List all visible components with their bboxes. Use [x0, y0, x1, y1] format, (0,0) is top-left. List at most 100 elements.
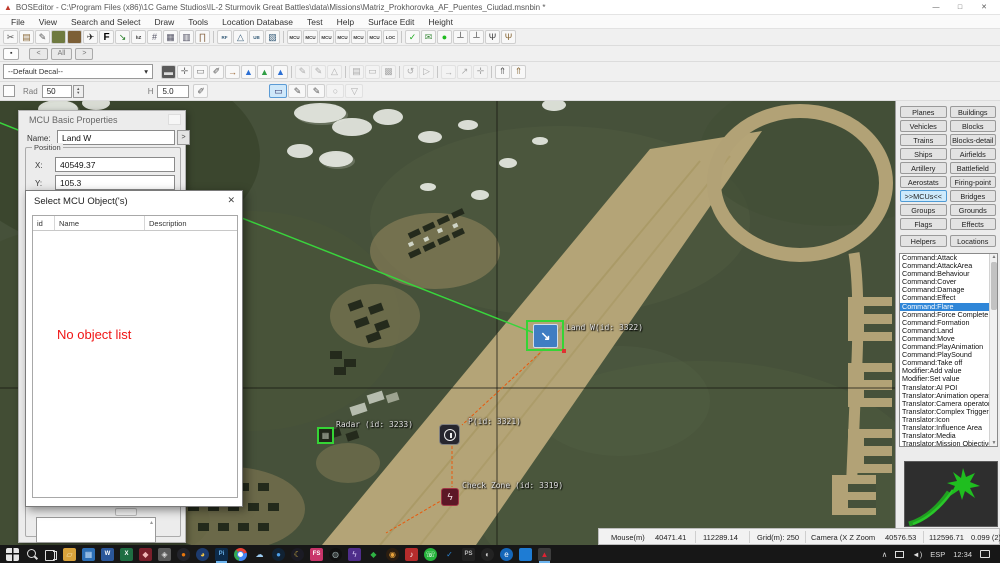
path-2-icon[interactable]: ↗ — [457, 64, 472, 79]
map-filter-icon[interactable]: ▧ — [265, 30, 280, 44]
mcu-filter-2-icon[interactable]: MCU — [303, 30, 318, 44]
boseditor-taskbar-icon[interactable]: ▲ — [538, 547, 551, 563]
decal-add-icon[interactable]: ✛ — [177, 64, 192, 79]
separator[interactable] — [281, 30, 286, 44]
terrain-lower-icon[interactable]: ✎ — [307, 84, 326, 98]
edit-point-icon[interactable]: ✎ — [311, 64, 326, 79]
mcu-command-list[interactable]: Command:Attack Command:AttackArea Command:… — [899, 253, 998, 447]
list-item[interactable]: Command:Cover — [900, 278, 990, 286]
export-icon[interactable]: ⇑ — [511, 64, 526, 79]
onedrive-icon[interactable]: ☁ — [253, 548, 266, 561]
list-item[interactable]: Command:PlayAnimation — [900, 343, 990, 351]
menu-item[interactable]: Location Database — [215, 17, 300, 27]
bounds-icon[interactable]: ▷ — [419, 64, 434, 79]
separator[interactable] — [435, 65, 440, 79]
list-item[interactable]: Modifier:Set value — [900, 375, 990, 383]
import-icon[interactable]: ⇑ — [495, 64, 510, 79]
app-amber-icon[interactable]: ◉ — [386, 547, 399, 561]
column-id[interactable]: id — [33, 216, 55, 230]
category-button[interactable]: Blocks-detail — [949, 134, 996, 146]
terrain-raise-icon[interactable]: ✎ — [288, 84, 307, 98]
decal-preview-icon[interactable]: ▬ — [161, 64, 176, 79]
category-button[interactable]: Vehicles — [900, 120, 947, 132]
category-button[interactable]: Artillery — [900, 162, 947, 174]
list-item[interactable]: Translator:Mission Objective — [900, 440, 990, 446]
list-item[interactable]: Modifier:Add value — [900, 367, 990, 375]
rotate-icon[interactable]: ↺ — [403, 64, 418, 79]
tray-chevron-icon[interactable]: ∧ — [882, 550, 888, 559]
list-item[interactable]: Command:Attack — [900, 254, 990, 262]
notification-icon[interactable] — [980, 550, 990, 558]
task-view-button[interactable] — [44, 548, 57, 561]
list-item[interactable]: Translator:Media — [900, 432, 990, 440]
app-swirl-icon[interactable]: ◕ — [196, 547, 209, 561]
app-purple-icon[interactable]: ϟ — [348, 547, 361, 561]
separator[interactable] — [343, 65, 348, 79]
apply-decal-icon[interactable]: → — [225, 64, 240, 79]
road-blue-icon[interactable]: ▲ — [241, 64, 256, 79]
menu-item[interactable]: View — [32, 17, 64, 27]
copy-icon[interactable]: ▤ — [19, 30, 34, 44]
category-button[interactable]: Helpers — [900, 235, 947, 247]
maximize-button[interactable]: □ — [948, 4, 972, 11]
mcu-filter-1-icon[interactable]: MCU — [287, 30, 302, 44]
photo-3-icon[interactable]: ▩ — [381, 64, 396, 79]
app-green-icon[interactable]: ◆ — [367, 548, 380, 561]
list-item[interactable]: Command:Flare — [900, 302, 990, 311]
list-item[interactable]: Command:PlaySound — [900, 351, 990, 359]
edge-icon[interactable]: e — [500, 547, 513, 561]
terrain-texture-2-icon[interactable] — [67, 30, 82, 44]
decal-remove-icon[interactable]: ▭ — [193, 64, 208, 79]
menu-item[interactable]: Tools — [181, 17, 215, 27]
mcu-filter-6-icon[interactable]: MCU — [367, 30, 382, 44]
category-button[interactable]: Battlefield — [949, 162, 996, 174]
list-scrollbar[interactable]: ▲ ▼ — [989, 254, 997, 446]
app-gray-icon[interactable]: ◈ — [158, 547, 171, 561]
all-button[interactable]: All — [50, 47, 73, 60]
eyedropper-icon[interactable]: ✐ — [209, 64, 224, 79]
separator[interactable] — [289, 65, 294, 79]
mcu-filter-3-icon[interactable]: MCU — [319, 30, 334, 44]
category-button[interactable]: Aerostats — [900, 176, 947, 188]
color-swatch[interactable] — [3, 85, 15, 97]
list-item[interactable]: Translator:Animation operator — [900, 392, 990, 400]
grid-icon[interactable]: # — [147, 30, 162, 44]
list-item[interactable]: Command:Force Complete — [900, 311, 990, 319]
category-button[interactable]: Effects — [949, 218, 996, 230]
separator[interactable] — [211, 30, 216, 44]
antenna-2-icon[interactable]: Ψ — [501, 30, 516, 44]
record-icon[interactable]: ● — [437, 30, 452, 44]
road-green-icon[interactable]: ▲ — [257, 64, 272, 79]
mark-button[interactable]: ▪ — [3, 47, 20, 60]
category-button[interactable]: Blocks — [949, 120, 996, 132]
antenna-1-icon[interactable]: Ψ — [485, 30, 500, 44]
column-name[interactable]: Name — [55, 216, 145, 230]
check-icon[interactable]: ✓ — [405, 30, 420, 44]
category-button[interactable]: Bridges — [949, 190, 996, 202]
bridge-icon[interactable]: ∏ — [195, 30, 210, 44]
chrome-icon[interactable] — [234, 547, 247, 561]
cut-icon[interactable]: ✂ — [3, 30, 18, 44]
menu-item[interactable]: Search and Select — [64, 17, 147, 27]
map-marker-icon[interactable] — [439, 424, 460, 445]
category-button[interactable]: Groups — [900, 204, 947, 216]
category-button[interactable]: Firing-point — [949, 176, 996, 188]
menu-item[interactable]: Height — [421, 17, 460, 27]
prev-button[interactable]: < — [29, 47, 48, 60]
file-explorer-icon[interactable]: ▱ — [63, 547, 76, 561]
photoshop-icon[interactable]: Pi — [215, 547, 228, 563]
separator[interactable] — [397, 65, 402, 79]
scroll-down-icon[interactable]: ▼ — [990, 440, 997, 446]
fs-app-icon[interactable]: FS — [310, 547, 323, 561]
list-item[interactable]: Translator:Camera operator — [900, 400, 990, 408]
category-button[interactable]: Trains — [900, 134, 947, 146]
list-item[interactable]: Command:Formation — [900, 319, 990, 327]
separator[interactable] — [489, 65, 494, 79]
app-dial-icon[interactable]: ◐ — [481, 547, 494, 561]
panel-close-button[interactable] — [168, 114, 181, 125]
app-red-icon[interactable]: ◆ — [139, 547, 152, 561]
name-more-button[interactable]: > — [177, 130, 190, 145]
mail-icon[interactable]: ✉ — [421, 30, 436, 44]
slope-filter-icon[interactable]: △ — [233, 30, 248, 44]
app-blue-circle-icon[interactable]: ● — [272, 547, 285, 561]
